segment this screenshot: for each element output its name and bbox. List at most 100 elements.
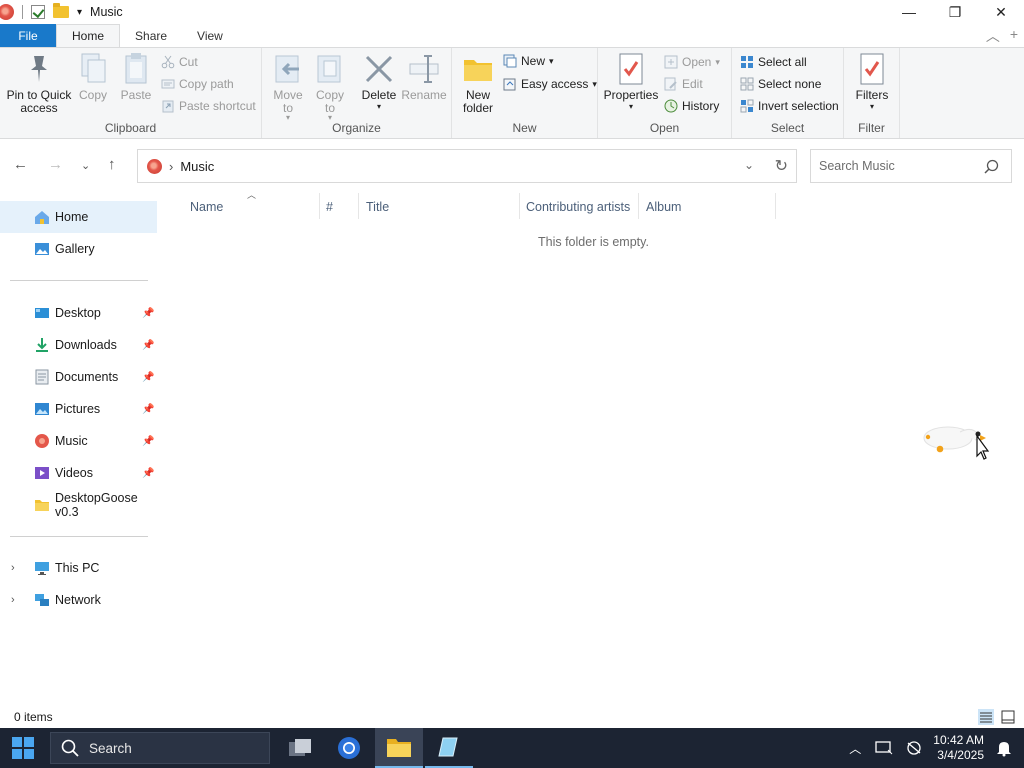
- search-box[interactable]: [810, 149, 1012, 183]
- move-to-button[interactable]: Move to ▾: [270, 52, 306, 122]
- chrome-icon[interactable]: [325, 728, 373, 768]
- open-button[interactable]: Open ▾: [664, 55, 720, 69]
- column-header-album[interactable]: Album: [646, 200, 681, 214]
- copy-to-icon: [314, 52, 346, 86]
- cut-button[interactable]: Cut: [161, 55, 198, 69]
- refresh-icon[interactable]: ↻: [775, 156, 788, 176]
- sidebar-item-music[interactable]: Music 📌: [0, 425, 157, 457]
- history-icon: [664, 99, 678, 113]
- show-hidden-icons-chevron-icon[interactable]: ︿: [849, 740, 861, 757]
- sidebar-item-gallery[interactable]: Gallery: [0, 233, 157, 265]
- sidebar-item-downloads[interactable]: Downloads 📌: [0, 329, 157, 361]
- task-view-icon[interactable]: [276, 728, 324, 768]
- column-header-contributing-artists[interactable]: Contributing artists: [526, 200, 630, 214]
- invert-selection-button[interactable]: Invert selection: [740, 99, 839, 113]
- column-divider[interactable]: [638, 193, 639, 219]
- maximize-button[interactable]: ❐: [932, 0, 978, 24]
- column-header-title[interactable]: Title: [366, 200, 389, 214]
- pin-icon[interactable]: 📌: [142, 340, 154, 351]
- sidebar-item-videos[interactable]: Videos 📌: [0, 457, 157, 489]
- close-button[interactable]: ✕: [978, 0, 1024, 24]
- delete-dropdown-icon: ▾: [376, 102, 381, 111]
- breadcrumb-music[interactable]: Music: [180, 159, 214, 174]
- column-header-name[interactable]: Name: [190, 200, 223, 214]
- details-view-icon[interactable]: [978, 709, 994, 725]
- tab-file[interactable]: File: [0, 24, 56, 47]
- customize-qat-dropdown-icon[interactable]: ▾: [77, 7, 82, 18]
- sidebar-item-desktop[interactable]: Desktop 📌: [0, 297, 157, 329]
- column-divider[interactable]: [519, 193, 520, 219]
- back-arrow-icon[interactable]: ←: [13, 156, 28, 173]
- collapse-ribbon-icon[interactable]: ︿: [986, 26, 1000, 46]
- display-icon[interactable]: [875, 740, 893, 756]
- breadcrumb-chevron-icon[interactable]: ›: [169, 159, 173, 174]
- expand-chevron-icon[interactable]: ›: [11, 562, 15, 574]
- add-icon[interactable]: +: [1010, 26, 1018, 46]
- easy-access-button[interactable]: Easy access ▾: [503, 77, 597, 91]
- properties-qat-icon[interactable]: [31, 5, 45, 19]
- pin-icon[interactable]: 📌: [142, 372, 154, 383]
- pin-icon[interactable]: 📌: [142, 404, 154, 415]
- pin-icon[interactable]: 📌: [142, 468, 154, 479]
- pin-quick-access-button[interactable]: Pin to Quick access: [6, 52, 72, 115]
- quick-access-toolbar: ▾: [0, 0, 82, 24]
- notepad-icon[interactable]: [425, 728, 473, 768]
- copy-button[interactable]: Copy: [75, 52, 111, 102]
- new-item-button[interactable]: New ▾: [503, 54, 554, 68]
- clock[interactable]: 10:42 AM 3/4/2025: [933, 733, 984, 763]
- copy-to-button[interactable]: Copy to ▾: [312, 52, 348, 122]
- select-all-button[interactable]: Select all: [740, 55, 807, 69]
- sidebar-item-this-pc[interactable]: › This PC: [0, 552, 157, 584]
- sidebar-item-desktopgoose[interactable]: DesktopGoose v0.3: [0, 489, 157, 521]
- sidebar-item-network[interactable]: › Network: [0, 584, 157, 616]
- paste-shortcut-button[interactable]: Paste shortcut: [161, 99, 256, 113]
- properties-dropdown-icon: ▾: [628, 102, 633, 111]
- delete-button[interactable]: Delete ▾: [360, 52, 398, 112]
- folder-icon: [35, 500, 49, 511]
- column-divider[interactable]: [319, 193, 320, 219]
- windows-start-icon[interactable]: [12, 737, 34, 759]
- taskbar-search-box[interactable]: Search: [50, 732, 270, 764]
- clipboard-group-label: Clipboard: [104, 121, 157, 135]
- column-divider[interactable]: [775, 193, 776, 219]
- rename-button[interactable]: Rename: [401, 52, 447, 102]
- tab-home[interactable]: Home: [56, 24, 121, 47]
- status-bar: 0 items: [0, 706, 1024, 728]
- window-controls: — ❐ ✕: [886, 0, 1024, 24]
- sidebar-item-documents[interactable]: Documents 📌: [0, 361, 157, 393]
- edit-button[interactable]: Edit: [664, 77, 703, 91]
- copy-path-button[interactable]: Copy path: [161, 77, 234, 91]
- pin-icon: [23, 52, 55, 86]
- search-input[interactable]: [819, 159, 979, 173]
- recent-locations-chevron-icon[interactable]: ⌄: [81, 159, 90, 172]
- search-icon[interactable]: [984, 159, 999, 174]
- column-header-number[interactable]: #: [326, 200, 333, 214]
- sidebar-item-pictures[interactable]: Pictures 📌: [0, 393, 157, 425]
- filters-button[interactable]: Filters ▾: [854, 52, 890, 112]
- address-dropdown-icon[interactable]: ⌄: [744, 158, 754, 172]
- expand-chevron-icon[interactable]: ›: [11, 594, 15, 606]
- select-none-button[interactable]: Select none: [740, 77, 821, 91]
- pin-icon[interactable]: 📌: [142, 436, 154, 447]
- file-explorer-icon[interactable]: [375, 728, 423, 768]
- notification-bell-icon[interactable]: [996, 739, 1012, 757]
- network-status-icon[interactable]: [905, 740, 923, 756]
- minimize-button[interactable]: —: [886, 0, 932, 24]
- new-folder-button[interactable]: New folder: [460, 52, 496, 115]
- column-divider[interactable]: [358, 193, 359, 219]
- tab-view[interactable]: View: [182, 24, 238, 47]
- large-icons-view-icon[interactable]: [1000, 709, 1016, 725]
- invert-selection-icon: [740, 99, 754, 113]
- pin-icon[interactable]: 📌: [142, 308, 154, 319]
- ribbon: Pin to Quick access Copy Paste Cut Copy …: [0, 47, 1024, 139]
- sidebar-item-home[interactable]: Home: [0, 201, 157, 233]
- up-arrow-icon[interactable]: ↑: [108, 156, 116, 173]
- properties-button[interactable]: Properties ▾: [604, 52, 658, 112]
- new-folder-qat-icon[interactable]: [53, 3, 69, 18]
- address-bar[interactable]: › Music ⌄ ↻: [137, 149, 797, 183]
- forward-arrow-icon[interactable]: →: [48, 156, 63, 173]
- history-label: History: [682, 99, 720, 113]
- paste-button[interactable]: Paste: [117, 52, 155, 102]
- history-button[interactable]: History: [664, 99, 719, 113]
- tab-share[interactable]: Share: [120, 24, 182, 47]
